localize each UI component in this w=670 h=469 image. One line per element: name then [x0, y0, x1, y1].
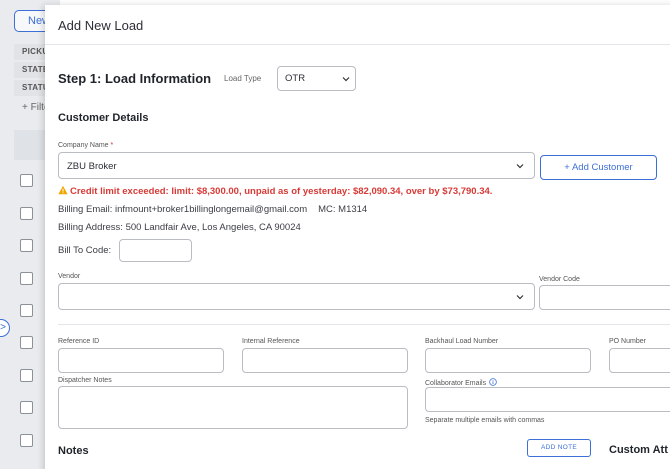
row-checkbox[interactable] — [20, 401, 33, 414]
load-type-value: OTR — [285, 73, 306, 84]
row-checkbox[interactable] — [20, 336, 33, 349]
collaborator-emails-label: Collaborator Emails — [425, 378, 497, 387]
row-checkbox[interactable] — [20, 272, 33, 285]
vendor-label: Vendor — [58, 273, 81, 280]
company-name-label: Company Name * — [58, 142, 114, 149]
row-checkbox[interactable] — [20, 207, 33, 220]
dispatcher-notes-label: Dispatcher Notes — [58, 377, 112, 384]
vendor-select[interactable] — [58, 283, 535, 310]
company-name-select[interactable]: ZBU Broker — [58, 152, 535, 179]
internal-reference-label: Internal Reference — [242, 338, 300, 345]
modal-title: Add New Load — [58, 18, 144, 33]
internal-reference-input[interactable] — [242, 348, 408, 373]
backhaul-load-number-label: Backhaul Load Number — [425, 338, 499, 345]
reference-id-input[interactable] — [58, 348, 224, 373]
customer-details-title: Customer Details — [58, 112, 149, 124]
company-name-value: ZBU Broker — [67, 161, 117, 172]
reference-id-label: Reference ID — [58, 338, 100, 345]
info-icon[interactable] — [489, 378, 497, 386]
vendor-code-input[interactable] — [539, 285, 670, 310]
bill-to-code-label: Bill To Code: — [58, 245, 112, 256]
add-customer-button[interactable]: + Add Customer — [540, 155, 657, 180]
chevron-right-icon: > — [0, 322, 6, 333]
collaborator-emails-input[interactable] — [425, 387, 670, 412]
load-type-select[interactable]: OTR — [277, 66, 356, 91]
bill-to-code-input[interactable] — [119, 239, 192, 262]
chevron-down-icon — [516, 164, 524, 169]
dispatcher-notes-textarea[interactable] — [58, 386, 408, 429]
chevron-down-icon — [516, 295, 524, 300]
row-checkbox[interactable] — [20, 304, 33, 317]
warning-icon — [58, 185, 68, 195]
chevron-down-icon — [342, 77, 350, 82]
billing-email-line: Billing Email: infmount+broker1billinglo… — [58, 204, 367, 215]
notes-title: Notes — [58, 445, 89, 457]
row-checkbox[interactable] — [20, 434, 33, 447]
modal-header: Add New Load — [45, 5, 670, 45]
collaborator-emails-help: Separate multiple emails with commas — [425, 417, 545, 424]
add-note-button[interactable]: ADD NOTE — [527, 439, 591, 457]
billing-address: Billing Address: 500 Landfair Ave, Los A… — [58, 222, 301, 233]
row-checkbox[interactable] — [20, 369, 33, 382]
backhaul-load-number-input[interactable] — [425, 348, 591, 373]
row-checkbox[interactable] — [20, 174, 33, 187]
row-checkbox[interactable] — [20, 239, 33, 252]
load-type-label: Load Type — [224, 74, 262, 83]
section-divider — [58, 324, 670, 325]
vendor-code-label: Vendor Code — [539, 276, 580, 283]
custom-attributes-title: Custom Att — [609, 444, 668, 456]
mc-number: MC: M1314 — [318, 204, 368, 215]
po-number-label: PO Number — [609, 338, 646, 345]
billing-email: Billing Email: infmount+broker1billinglo… — [58, 204, 308, 215]
po-number-input[interactable] — [609, 348, 670, 373]
add-new-load-modal: Add New Load Step 1: Load Information Lo… — [45, 5, 670, 469]
step-title: Step 1: Load Information — [58, 71, 212, 86]
credit-limit-warning: Credit limit exceeded: limit: $8,300.00,… — [58, 185, 492, 197]
